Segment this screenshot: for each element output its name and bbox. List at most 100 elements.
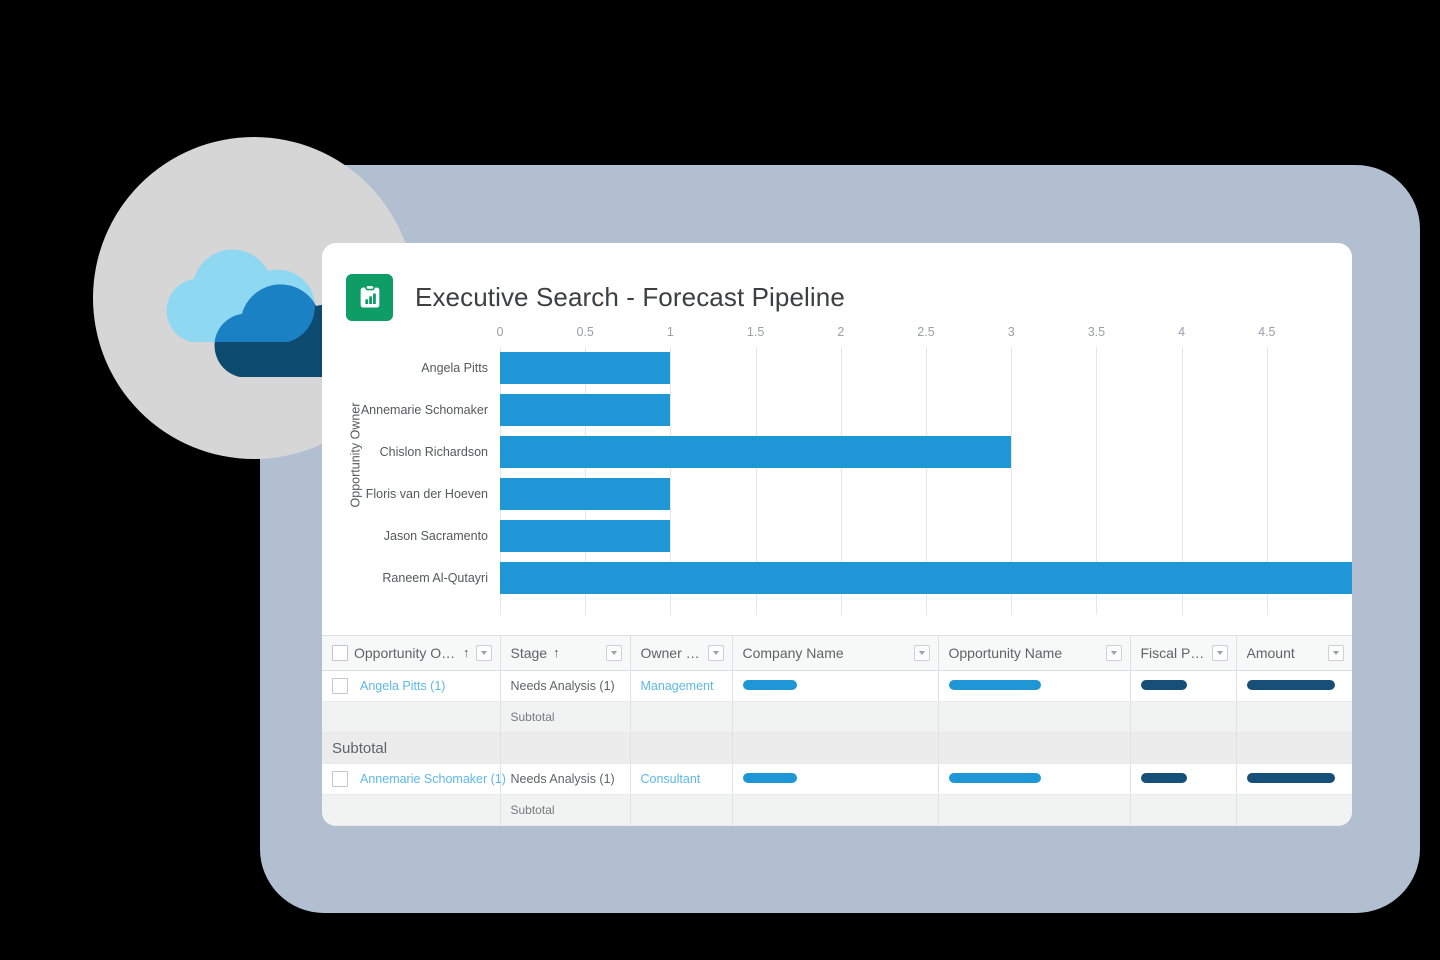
cell-amount (1236, 763, 1352, 795)
column-header-label: Amount (1246, 644, 1295, 661)
subtotal-label: Subtotal (510, 803, 555, 817)
cell-stage: Needs Analysis (1) (500, 763, 631, 795)
cell-opportunity-owner[interactable]: Angela Pitts (1) (322, 670, 501, 702)
bar-row: Angela Pitts (421, 347, 1352, 389)
cell-blank (1130, 701, 1237, 733)
cell-opportunity-name (938, 763, 1131, 795)
column-header-label: Fiscal Period (1140, 644, 1206, 661)
bar-row: Chislon Richardson (380, 431, 1352, 473)
cell-blank (938, 701, 1131, 733)
report-table-container: Opportunity Owner ↑ Stage ↑ Owner Role Compan… (322, 634, 1352, 826)
bar[interactable] (500, 520, 671, 552)
bar-category-label: Chislon Richardson (379, 445, 488, 459)
cell-owner-role[interactable]: Consultant (630, 763, 733, 795)
column-header-label: Opportunity Owner (354, 644, 457, 661)
table-group-subtotal-row: Subtotal (322, 732, 1352, 764)
report-card: Executive Search - Forecast Pipeline Opp… (322, 243, 1352, 826)
table-row: Angela Pitts (1) Needs Analysis (1) Manage… (322, 670, 1352, 702)
bar[interactable] (500, 394, 671, 426)
clipboard-chart-glyph (360, 284, 379, 308)
cell-owner-role[interactable]: Management (630, 670, 733, 702)
cell-blank (938, 732, 1131, 764)
row-select-checkbox[interactable] (332, 771, 348, 787)
chart-plot-area: 0 0.5 1 1.5 2 2.5 3 3.5 4 4.5 Angela Pitts Annemar… (361, 325, 1352, 615)
report-header: Executive Search - Forecast Pipeline (322, 243, 1352, 321)
redacted-value-pill (1140, 680, 1187, 690)
column-menu-chevron-down-icon[interactable] (475, 644, 492, 661)
bar-category-label: Jason Sacramento (383, 529, 488, 543)
report-clipboard-chart-icon (346, 273, 393, 321)
cell-blank (630, 701, 733, 733)
bar-category-label: Raneem Al-Qutayri (382, 571, 488, 585)
cell-company-name (732, 670, 939, 702)
x-axis-ticks: 0 0.5 1 1.5 2 2.5 3 3.5 4 4.5 (496, 325, 1352, 347)
sort-ascending-icon[interactable]: ↑ (463, 645, 470, 660)
cell-blank (1130, 794, 1237, 826)
report-table: Opportunity Owner ↑ Stage ↑ Owner Role Compan… (322, 635, 1352, 826)
cell-blank (732, 701, 939, 733)
group-subtotal-label: Subtotal (332, 739, 388, 757)
x-tick-label: 3 (1007, 325, 1015, 339)
cell-fiscal-period (1130, 763, 1237, 795)
cell-opportunity-owner[interactable]: Annemarie Schomaker (1) (322, 763, 506, 795)
opportunity-owner-link[interactable]: Annemarie Schomaker (1) (360, 772, 506, 786)
column-menu-chevron-down-icon[interactable] (1105, 644, 1122, 661)
sort-ascending-icon[interactable]: ↑ (553, 645, 560, 660)
cell-company-name (732, 763, 939, 795)
redacted-value-pill (1140, 773, 1187, 783)
redacted-value-pill (742, 680, 797, 690)
table-row: Annemarie Schomaker (1) Needs Analysis (1… (322, 763, 1352, 795)
column-header-owner-role[interactable]: Owner Role (630, 635, 733, 671)
table-subtotal-row: Subtotal (322, 794, 1352, 826)
x-tick-label: 0.5 (576, 325, 594, 339)
column-menu-chevron-down-icon[interactable] (1327, 644, 1344, 661)
cell-blank (1236, 701, 1352, 733)
bar[interactable] (500, 436, 1012, 468)
column-menu-chevron-down-icon[interactable] (707, 644, 724, 661)
y-axis-title: Opportunity Owner (344, 325, 366, 585)
column-menu-chevron-down-icon[interactable] (913, 644, 930, 661)
column-header-label: Opportunity Name (948, 644, 1063, 661)
page-title: Executive Search - Forecast Pipeline (415, 281, 845, 312)
cell-blank (630, 794, 733, 826)
opportunity-owner-link[interactable]: Angela Pitts (1) (360, 679, 445, 693)
column-header-opportunity-name[interactable]: Opportunity Name (938, 635, 1131, 671)
bar[interactable] (500, 478, 671, 510)
row-select-checkbox[interactable] (332, 678, 348, 694)
column-menu-chevron-down-icon[interactable] (605, 644, 622, 661)
column-header-opportunity-owner[interactable]: Opportunity Owner ↑ (322, 635, 501, 671)
column-header-fiscal-period[interactable]: Fiscal Period (1130, 635, 1237, 671)
cell-stage: Needs Analysis (1) (500, 670, 631, 702)
x-tick-label: 1.5 (746, 325, 765, 339)
column-header-label: Owner Role (640, 644, 702, 661)
select-all-checkbox[interactable] (332, 644, 348, 661)
cell-opportunity-name (938, 670, 1131, 702)
bar-category-label: Floris van der Hoeven (365, 487, 488, 501)
cell-blank (500, 732, 631, 764)
cell-blank (1236, 794, 1352, 826)
x-tick-label: 2.5 (917, 325, 935, 339)
bar-row: Floris van der Hoeven (366, 473, 1352, 515)
column-header-label: Company Name (742, 644, 844, 661)
owner-role-link[interactable]: Consultant (641, 772, 701, 786)
bar-category-label: Angela Pitts (421, 361, 488, 375)
column-header-label: Stage (510, 644, 548, 661)
bar[interactable] (500, 562, 1352, 594)
cell-blank (630, 732, 733, 764)
x-tick-label: 0 (496, 325, 504, 339)
owner-role-link[interactable]: Management (641, 679, 714, 693)
bar-row: Raneem Al-Qutayri (382, 557, 1352, 599)
cell-amount (1236, 670, 1352, 702)
x-tick-label: 1 (666, 325, 674, 339)
cell-subtotal-label: Subtotal (500, 701, 631, 733)
redacted-value-pill (948, 680, 1041, 690)
column-header-stage[interactable]: Stage ↑ (500, 635, 631, 671)
bar-chart: Opportunity Owner 0 0.5 1 1.5 2 2.5 3 3.5 4 4.5 A… (322, 325, 1352, 615)
redacted-value-pill (948, 773, 1041, 783)
cell-blank (322, 794, 501, 826)
column-header-amount[interactable]: Amount (1236, 635, 1352, 671)
bar[interactable] (500, 352, 671, 384)
bar-row: Annemarie Schomaker (361, 389, 1352, 431)
column-menu-chevron-down-icon[interactable] (1211, 644, 1228, 661)
column-header-company-name[interactable]: Company Name (732, 635, 939, 671)
